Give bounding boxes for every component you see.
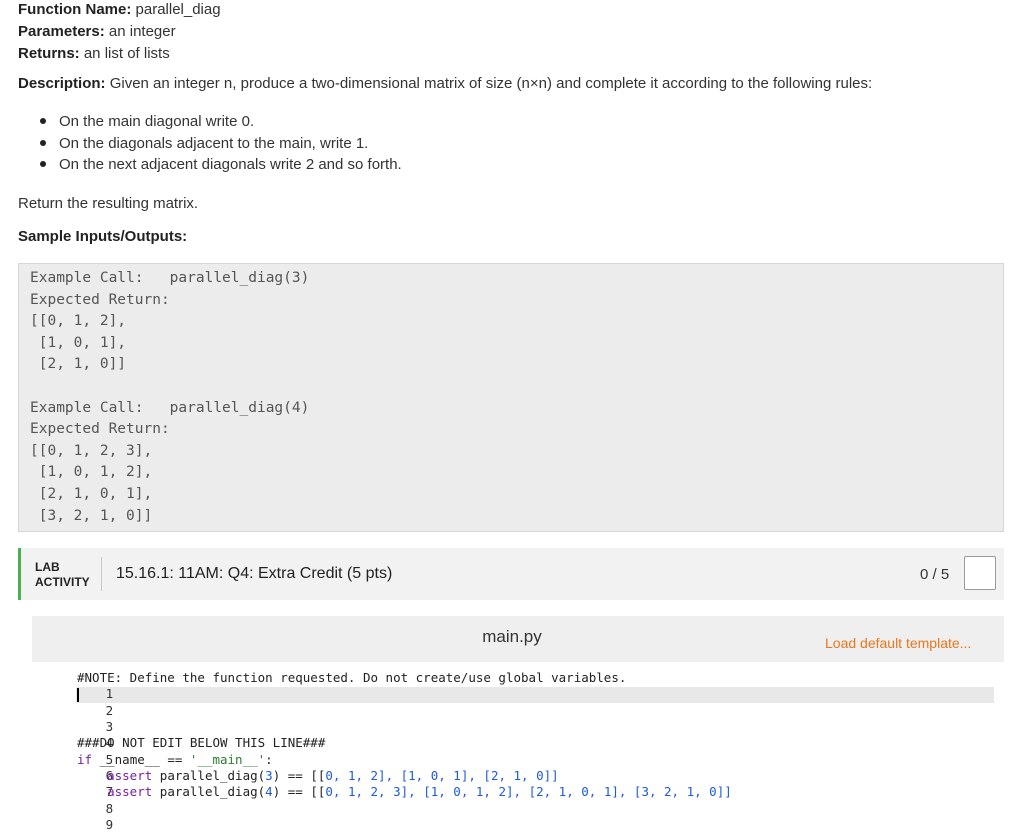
code-line[interactable]: 7 assert parallel_diag(3) == [[0, 1, 2],…: [32, 768, 559, 799]
returns-value: an list of lists: [83, 45, 170, 62]
divider: [101, 557, 102, 591]
code-line[interactable]: 10: [32, 817, 113, 832]
lab-activity-tag: LAB ACTIVITY: [35, 560, 90, 589]
lab-activity-header: LAB ACTIVITY 15.16.1: 11AM: Q4: Extra Cr…: [18, 548, 1004, 600]
code-line[interactable]: 6 if __name__ == '__main__':: [32, 752, 273, 783]
active-line-highlight: [76, 686, 994, 703]
parameters-value: an integer: [108, 23, 176, 40]
lab-title: 15.16.1: 11AM: Q4: Extra Credit (5 pts): [116, 565, 393, 582]
returns-label: Returns:: [18, 45, 80, 62]
code-line[interactable]: 5 ###DO NOT EDIT BELOW THIS LINE###: [32, 735, 325, 766]
sample-heading: Sample Inputs/Outputs:: [18, 228, 188, 245]
returns-line: Returns: an list of lists: [18, 45, 170, 63]
text-cursor: [77, 688, 79, 702]
function-name-label: Function Name:: [18, 1, 132, 18]
score-text: 0 / 5: [920, 566, 950, 583]
rules-list: On the main diagonal write 0. On the dia…: [40, 111, 402, 176]
list-item: On the diagonals adjacent to the main, w…: [40, 133, 402, 155]
accent-bar: [18, 548, 21, 600]
description-label: Description:: [18, 75, 106, 92]
completion-box-icon: [964, 556, 996, 590]
code-line[interactable]: 4: [32, 719, 114, 750]
list-item: On the main diagonal write 0.: [40, 111, 402, 133]
parameters-line: Parameters: an integer: [18, 23, 176, 41]
load-default-template-link[interactable]: Load default template...: [825, 635, 971, 651]
bullet-icon: [40, 139, 46, 146]
bullet-icon: [40, 118, 46, 124]
function-name-line: Function Name: parallel_diag: [18, 1, 221, 19]
code-line[interactable]: 3: [32, 703, 114, 734]
return-text: Return the resulting matrix.: [18, 195, 199, 212]
parameters-label: Parameters:: [18, 23, 105, 40]
description-value: Given an integer n, produce a two-dimens…: [109, 75, 873, 92]
code-line[interactable]: 8 assert parallel_diag(4) == [[0, 1, 2, …: [32, 784, 732, 815]
code-line[interactable]: 9: [32, 801, 114, 832]
code-editor[interactable]: 1 #NOTE: Define the function requested. …: [32, 662, 1004, 832]
list-item: On the next adjacent diagonals write 2 a…: [40, 154, 402, 176]
code-line[interactable]: 2: [32, 687, 113, 718]
description-line: Description: Given an integer n, produce…: [18, 75, 872, 93]
sample-code-box: Example Call: parallel_diag(3) Expected …: [18, 263, 1004, 532]
code-editor-panel: main.py Load default template... 1 #NOTE…: [32, 616, 1004, 832]
sample-code: Example Call: parallel_diag(3) Expected …: [30, 270, 310, 524]
bullet-icon: [40, 161, 46, 167]
function-name-value: parallel_diag: [135, 1, 221, 18]
code-line[interactable]: 1 #NOTE: Define the function requested. …: [32, 670, 626, 701]
